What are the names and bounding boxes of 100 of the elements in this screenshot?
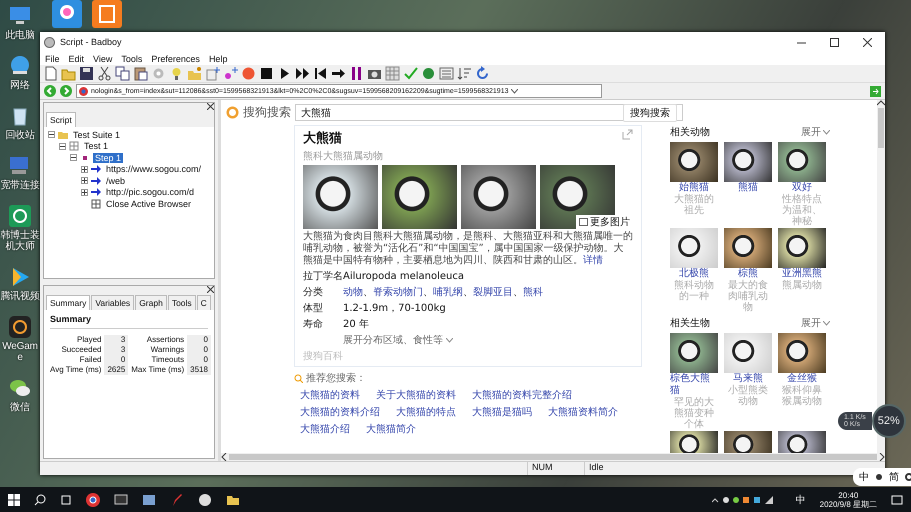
desktop-icon-label[interactable]: WeGame: [0, 341, 40, 363]
tab[interactable]: Graph: [135, 295, 167, 310]
expander-icon[interactable]: [81, 188, 88, 196]
expander-icon[interactable]: [59, 142, 66, 150]
menu-item[interactable]: Tools: [121, 54, 142, 64]
ime-mode[interactable]: 中: [859, 470, 869, 484]
tree-item[interactable]: Test Suite 1: [71, 130, 122, 140]
close-icon[interactable]: [207, 103, 214, 110]
ime-mode[interactable]: 简: [889, 470, 899, 484]
tab[interactable]: Summary: [46, 295, 90, 310]
suggestion-link[interactable]: 大熊猫介绍: [300, 422, 350, 436]
tree-item[interactable]: https://www.sogou.com/: [104, 164, 204, 174]
sort-icon[interactable]: [457, 66, 472, 81]
task-view-icon[interactable]: [60, 494, 72, 506]
item-link[interactable]: 马来熊: [733, 373, 763, 385]
suggestion-link[interactable]: 关于大熊猫的资料: [376, 388, 456, 402]
suggestion-link[interactable]: 大熊猫的资料完整介绍: [472, 388, 572, 402]
item-link[interactable]: 亚洲黑熊: [782, 268, 822, 280]
item-link[interactable]: 双好: [792, 182, 812, 194]
windows-start-icon[interactable]: [8, 494, 20, 506]
item-link[interactable]: 北极熊: [679, 268, 709, 280]
app-window-icon[interactable]: [142, 492, 156, 506]
suggestion-link[interactable]: 大熊猫简介: [366, 422, 416, 436]
game-icon[interactable]: [8, 315, 32, 339]
stop-icon[interactable]: [259, 66, 274, 81]
tab[interactable]: Script: [46, 112, 76, 127]
tab[interactable]: Variables: [91, 295, 134, 310]
item-link[interactable]: 棕熊: [738, 268, 758, 280]
horizontal-scrollbar[interactable]: [221, 453, 885, 461]
page-plus-icon[interactable]: [205, 66, 220, 81]
folder-star-icon[interactable]: [187, 66, 202, 81]
category-link[interactable]: 哺乳纲: [433, 287, 463, 298]
category-link[interactable]: 熊科: [523, 287, 543, 298]
dropdown-icon[interactable]: [511, 88, 518, 94]
tree-item[interactable]: http://pic.sogou.com/d: [104, 187, 196, 198]
menu-item[interactable]: Preferences: [151, 54, 200, 64]
expand-toggle[interactable]: 展开: [801, 125, 830, 139]
tree-item[interactable]: Close Active Browser: [104, 198, 194, 209]
arrow-right-icon[interactable]: [331, 66, 346, 81]
desktop-icon-label[interactable]: 此电脑: [0, 30, 40, 41]
search-field[interactable]: 大熊猫 搜狗搜索: [295, 104, 683, 121]
category-link[interactable]: 裂脚亚目: [473, 287, 513, 298]
desktop-icon-label[interactable]: 韩博士装机大师: [0, 230, 40, 252]
desktop-icon-label[interactable]: 微信: [0, 402, 40, 413]
app-icon[interactable]: [8, 204, 32, 228]
desktop-icon-label[interactable]: 回收站: [0, 130, 40, 141]
check-icon[interactable]: [403, 66, 418, 81]
tab[interactable]: C: [196, 295, 211, 310]
monitor-icon[interactable]: [114, 492, 128, 506]
expand-toggle[interactable]: 展开: [801, 316, 830, 330]
copy-icon[interactable]: [115, 66, 130, 81]
magnifier-app-icon[interactable]: [52, 0, 82, 28]
suggestion-link[interactable]: 大熊猫是猫吗: [472, 405, 532, 419]
notification-icon[interactable]: [891, 494, 903, 506]
tree-item[interactable]: Test 1: [82, 141, 110, 152]
suggestion-link[interactable]: 大熊猫资料简介: [548, 405, 618, 419]
search-button[interactable]: 搜狗搜索: [623, 104, 677, 122]
back-icon[interactable]: [44, 85, 56, 97]
more-photos-link[interactable]: 更多图片: [576, 215, 633, 229]
category-link[interactable]: 动物: [343, 287, 363, 298]
search-icon[interactable]: [34, 494, 46, 506]
expand-link[interactable]: 展开分布区域、食性等: [343, 333, 443, 347]
menu-item[interactable]: File: [45, 54, 60, 64]
expander-icon[interactable]: [70, 154, 77, 162]
expander-icon[interactable]: [81, 166, 88, 173]
document-app-icon[interactable]: [92, 0, 122, 28]
item-link[interactable]: 棕色大熊猫: [670, 373, 718, 397]
clock[interactable]: 20:40 2020/9/8 星期二: [820, 490, 877, 508]
pen-icon[interactable]: [170, 492, 184, 506]
chevron-down-icon[interactable]: [446, 338, 453, 342]
desktop-icon-label[interactable]: 宽带连接: [0, 180, 40, 191]
tree-item[interactable]: Step 1: [93, 152, 124, 163]
forward-icon[interactable]: [60, 85, 72, 97]
menu-item[interactable]: View: [93, 54, 112, 64]
item-link[interactable]: 金丝猴: [787, 373, 817, 385]
refresh-icon[interactable]: [475, 66, 490, 81]
expander-icon[interactable]: [48, 131, 55, 138]
tab[interactable]: Tools: [168, 295, 196, 310]
node-plus-icon[interactable]: [223, 66, 238, 81]
save-icon[interactable]: [79, 66, 94, 81]
list-icon[interactable]: [439, 66, 454, 81]
coin-icon[interactable]: [421, 66, 436, 81]
suggestion-link[interactable]: 大熊猫的资料: [300, 388, 360, 402]
input-method-indicator[interactable]: 中: [796, 492, 806, 506]
tree-item[interactable]: /web: [104, 176, 128, 186]
double-bar-icon[interactable]: [349, 66, 364, 81]
scissors-icon[interactable]: [97, 66, 112, 81]
expander-icon[interactable]: [81, 177, 88, 184]
menu-item[interactable]: Edit: [68, 54, 84, 64]
desktop-icon-label[interactable]: 腾讯视频: [0, 291, 40, 302]
skip-back-icon[interactable]: [313, 66, 328, 81]
close-icon[interactable]: [207, 286, 214, 293]
item-link[interactable]: 始熊猫: [679, 182, 709, 194]
menu-item[interactable]: Help: [208, 54, 228, 64]
item-link[interactable]: 熊猫: [738, 182, 758, 194]
detail-link[interactable]: 详情: [583, 255, 603, 266]
paste-icon[interactable]: [133, 66, 148, 81]
category-link[interactable]: 脊索动物门: [373, 287, 423, 298]
grid-icon[interactable]: [385, 66, 400, 81]
desktop-icon-label[interactable]: 网络: [0, 80, 40, 91]
